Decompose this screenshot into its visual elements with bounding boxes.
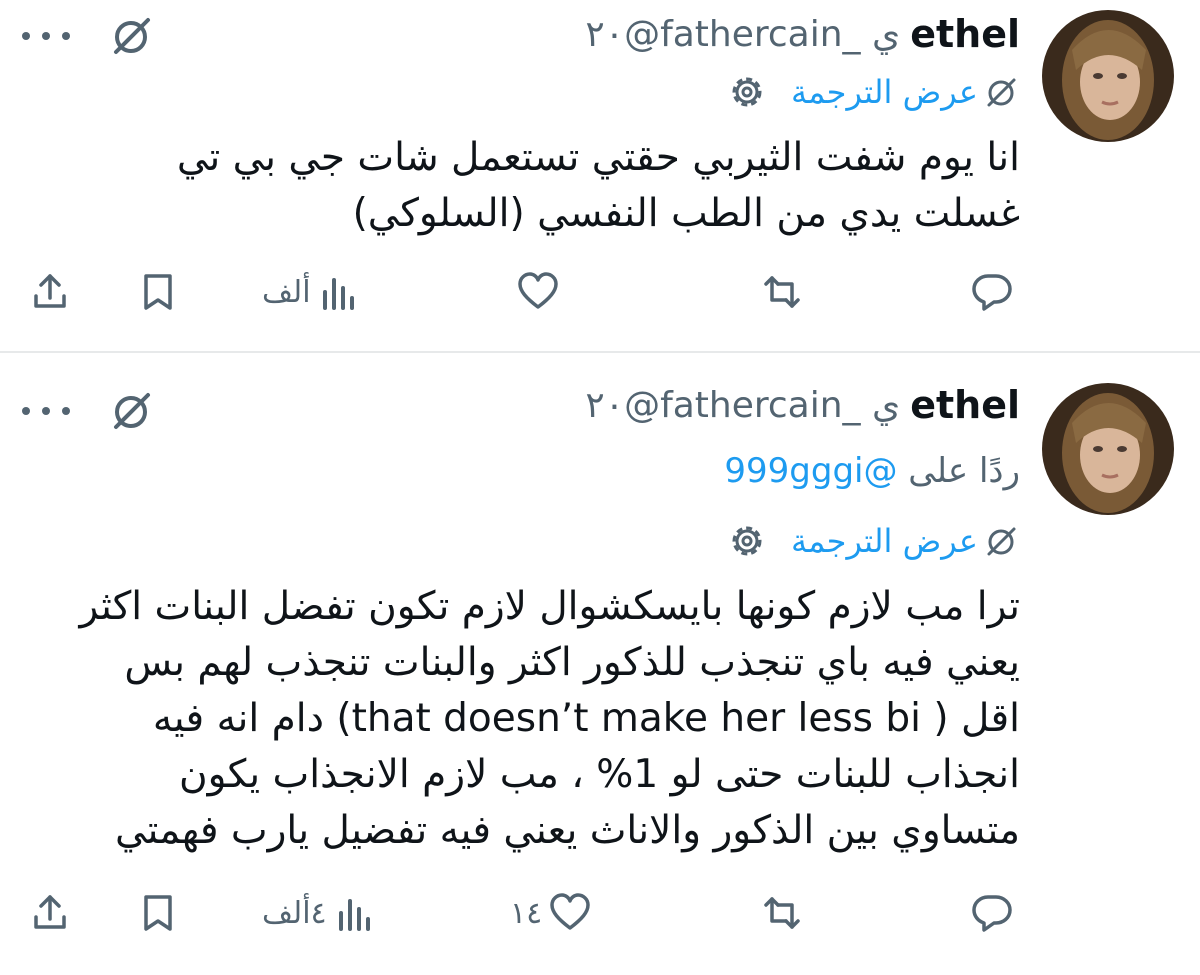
show-translation[interactable]: عرض الترجمة bbox=[727, 72, 1020, 112]
like-button[interactable] bbox=[510, 262, 560, 322]
reply-icon bbox=[972, 895, 1012, 932]
like-icon bbox=[518, 272, 558, 309]
tweet-text-line: انجذاب للبنات حتى لو 1% ، مب لازم الانجذ… bbox=[178, 752, 1020, 797]
replying-to: ردًا على @999gggi bbox=[724, 451, 1020, 491]
display-name[interactable]: ethel bbox=[910, 12, 1020, 56]
views-icon bbox=[338, 899, 370, 931]
translate-icon bbox=[987, 78, 1016, 107]
retweet-icon bbox=[764, 897, 800, 929]
views-button[interactable]: ألف bbox=[262, 262, 361, 322]
translate-label[interactable]: عرض الترجمة bbox=[791, 73, 978, 111]
tweet-text-line: غسلت يدي من الطب النفسي (السلوكي) bbox=[352, 191, 1020, 236]
tweet[interactable]: ٢٠@fathercain_ ي ethel ردًا على @999gggi… bbox=[0, 353, 1200, 975]
share-button[interactable] bbox=[28, 883, 72, 943]
like-button[interactable]: ١٤ bbox=[510, 883, 592, 943]
grok-icon[interactable] bbox=[110, 14, 154, 58]
translate-label[interactable]: عرض الترجمة bbox=[791, 522, 978, 560]
like-count: ١٤ bbox=[510, 895, 543, 931]
tweet-top-icons bbox=[18, 389, 154, 433]
handle-time[interactable]: ٢٠@fathercain_ ي bbox=[585, 14, 900, 55]
gear-icon[interactable] bbox=[727, 521, 767, 561]
bookmark-button[interactable] bbox=[136, 262, 180, 322]
grok-icon[interactable] bbox=[110, 389, 154, 433]
show-translation[interactable]: عرض الترجمة bbox=[727, 521, 1020, 561]
reply-mention-link[interactable]: @999gggi bbox=[724, 451, 897, 491]
retweet-button[interactable] bbox=[760, 262, 804, 322]
tweet[interactable]: ٢٠@fathercain_ ي ethel عرض الترجمة انا ي… bbox=[0, 0, 1200, 352]
tweet-text-line: ترا مب لازم كونها بايسكشوال لازم تكون تف… bbox=[79, 584, 1020, 629]
reply-icon bbox=[972, 274, 1012, 311]
tweet-top-icons bbox=[18, 14, 154, 58]
more-icon[interactable] bbox=[18, 391, 74, 431]
reply-button[interactable] bbox=[970, 883, 1014, 943]
gear-icon[interactable] bbox=[727, 72, 767, 112]
tweet-actions: ألف bbox=[0, 262, 1200, 322]
bookmark-icon bbox=[144, 895, 172, 931]
tweet-actions: ٤ألف ١٤ bbox=[0, 883, 1200, 943]
tweet-text: انا يوم شفت الثيربي حقتي تستعمل شات جي ب… bbox=[160, 130, 1020, 242]
views-count: ٤ألف bbox=[262, 895, 327, 931]
bookmark-button[interactable] bbox=[136, 883, 180, 943]
views-icon bbox=[322, 278, 354, 310]
retweet-button[interactable] bbox=[760, 883, 804, 943]
retweet-icon bbox=[764, 276, 800, 308]
more-icon[interactable] bbox=[18, 16, 74, 56]
avatar[interactable] bbox=[1042, 10, 1174, 142]
tweet-text-line: اقل ( that doesn’t make her less bi) دام… bbox=[152, 696, 1020, 741]
share-icon bbox=[34, 895, 66, 929]
share-button[interactable] bbox=[28, 262, 72, 322]
reply-prefix: ردًا على bbox=[908, 451, 1020, 491]
tweet-text-line: متساوي بين الذكور والاناث يعني فيه تفضيل… bbox=[115, 808, 1020, 853]
reply-button[interactable] bbox=[970, 262, 1014, 322]
tweet-text-line: يعني فيه باي تنجذب للذكور اكثر والبنات ت… bbox=[124, 640, 1020, 685]
views-button[interactable]: ٤ألف bbox=[262, 883, 377, 943]
like-icon bbox=[550, 893, 590, 930]
tweet-header: ٢٠@fathercain_ ي ethel bbox=[585, 4, 1020, 64]
bookmark-icon bbox=[144, 274, 172, 310]
tweet-text-line: انا يوم شفت الثيربي حقتي تستعمل شات جي ب… bbox=[176, 135, 1020, 180]
tweet-text: ترا مب لازم كونها بايسكشوال لازم تكون تف… bbox=[40, 579, 1020, 859]
avatar[interactable] bbox=[1042, 383, 1174, 515]
tweet-header: ٢٠@fathercain_ ي ethel bbox=[585, 375, 1020, 435]
handle-time[interactable]: ٢٠@fathercain_ ي bbox=[585, 385, 900, 426]
share-icon bbox=[34, 274, 66, 308]
views-count: ألف bbox=[262, 274, 311, 310]
translate-icon bbox=[987, 527, 1016, 556]
display-name[interactable]: ethel bbox=[910, 383, 1020, 427]
